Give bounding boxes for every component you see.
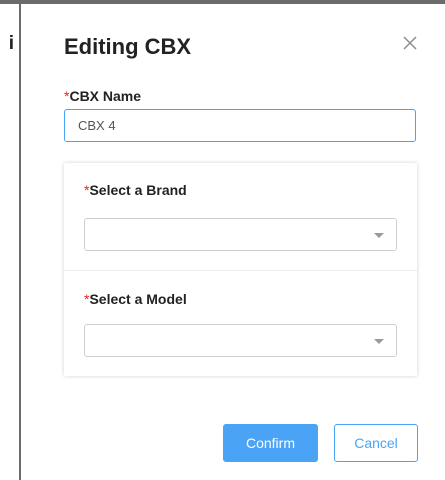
card-divider [64,270,417,271]
model-label: *Select a Model [84,291,187,307]
cbx-name-label-text: CBX Name [69,88,142,104]
edit-cbx-dialog: Editing CBX *CBX Name *Select a Brand *S… [21,4,445,480]
model-select[interactable] [84,324,397,357]
cbx-name-label: *CBX Name [64,88,141,104]
brand-select[interactable] [84,218,397,251]
model-label-text: Select a Model [89,291,187,307]
brand-label: *Select a Brand [84,182,187,198]
cbx-name-input[interactable] [64,109,416,142]
brand-model-card: *Select a Brand *Select a Model [64,163,417,376]
brand-label-text: Select a Brand [89,182,187,198]
dropdown-arrow-icon [374,233,384,238]
background-partial-text: i [8,33,14,54]
screen: i Editing CBX *CBX Name *Select a Brand … [0,0,445,480]
close-icon[interactable] [401,34,419,52]
confirm-button[interactable]: Confirm [223,424,318,462]
cancel-button[interactable]: Cancel [334,424,418,462]
dialog-title: Editing CBX [64,34,192,59]
dropdown-arrow-icon [374,339,384,344]
